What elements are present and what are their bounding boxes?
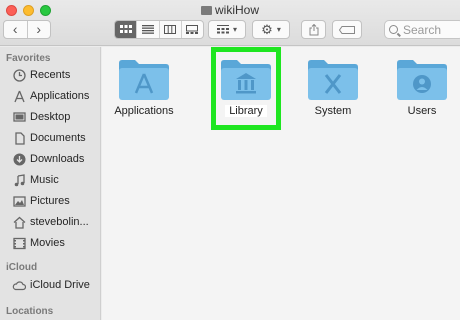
- sidebar-item-applications[interactable]: Applications: [12, 87, 100, 105]
- sidebar-item-documents[interactable]: Documents: [12, 129, 100, 147]
- home-icon: [12, 215, 26, 229]
- sidebar-item-label: stevebolin...: [30, 216, 89, 228]
- window-title: wikiHow: [0, 3, 460, 17]
- gear-icon: ⚙: [261, 21, 273, 37]
- columns-icon: [164, 25, 177, 34]
- movies-icon: [12, 236, 26, 250]
- download-icon: [12, 152, 26, 166]
- music-icon: [12, 173, 26, 187]
- clock-icon: [12, 68, 26, 82]
- gallery-icon: [186, 25, 199, 34]
- search-field[interactable]: Search: [384, 20, 460, 39]
- icon-view-button[interactable]: [115, 21, 137, 38]
- sidebar-item-label: Applications: [30, 90, 90, 102]
- sidebar-item-label: iCloud Drive: [30, 279, 90, 291]
- folder-system[interactable]: System: [293, 57, 373, 117]
- sidebar-item-music[interactable]: Music: [12, 171, 100, 189]
- sidebar-item-label: Downloads: [30, 153, 85, 165]
- gallery-view-button[interactable]: [180, 21, 203, 38]
- sidebar-item-label: Movies: [30, 237, 65, 249]
- list-view-button[interactable]: [136, 21, 158, 38]
- folder-label: System: [314, 105, 352, 117]
- search-placeholder: Search: [403, 22, 442, 37]
- sidebar-item-desktop[interactable]: Desktop: [12, 108, 100, 126]
- library-folder-icon: [221, 60, 271, 100]
- sidebar-item-recents[interactable]: Recents: [12, 66, 100, 84]
- system-folder-icon: [308, 60, 358, 100]
- sidebar-item-pictures[interactable]: Pictures: [12, 192, 100, 210]
- nav-buttons: ‹ ›: [3, 20, 51, 39]
- sidebar-item-home[interactable]: stevebolin...: [12, 213, 100, 231]
- window-toolbar: wikiHow ‹ › ▾ ⚙ ▾ Search: [0, 0, 460, 46]
- sidebar-item-label: Recents: [30, 69, 71, 81]
- sidebar-item-movies[interactable]: Movies: [12, 234, 100, 252]
- sidebar-section-locations: Locations: [6, 306, 54, 317]
- back-button[interactable]: ‹: [4, 21, 27, 38]
- sidebar-section-icloud: iCloud: [6, 262, 38, 273]
- action-menu-button[interactable]: ⚙ ▾: [252, 20, 290, 39]
- sidebar-item-label: Desktop: [30, 111, 71, 123]
- pictures-icon: [12, 194, 26, 208]
- search-icon: [389, 25, 398, 34]
- sidebar-item-downloads[interactable]: Downloads: [12, 150, 100, 168]
- sidebar-section-favorites: Favorites: [6, 53, 51, 64]
- folder-applications[interactable]: Applications: [104, 57, 184, 117]
- list-icon: [141, 25, 154, 34]
- applications-folder-icon: [119, 60, 169, 100]
- sidebar-item-label: Pictures: [30, 195, 70, 207]
- group-by-button[interactable]: ▾: [208, 20, 246, 39]
- tag-icon: [339, 25, 355, 34]
- chevron-down-icon: ▾: [276, 25, 281, 34]
- document-icon: [12, 131, 26, 145]
- desktop-icon: [12, 110, 26, 124]
- grid-icon: [119, 25, 132, 33]
- column-view-button[interactable]: [158, 21, 181, 38]
- share-icon: [309, 23, 318, 35]
- folder-label: Library: [225, 105, 267, 117]
- users-folder-icon: [397, 60, 447, 100]
- chevron-down-icon: ▾: [232, 25, 237, 34]
- sidebar-item-label: Documents: [30, 132, 86, 144]
- cloud-icon: [12, 278, 26, 292]
- sidebar-item-label: Music: [30, 174, 59, 186]
- tag-button[interactable]: [332, 20, 362, 39]
- forward-button[interactable]: ›: [26, 21, 51, 38]
- folder-label: Users: [407, 105, 437, 117]
- sidebar: Favorites Recents Applications Desktop D…: [0, 47, 101, 320]
- sidebar-item-icloud-drive[interactable]: iCloud Drive: [12, 276, 100, 294]
- folder-users[interactable]: Users: [382, 57, 460, 117]
- folder-library[interactable]: Library: [206, 57, 286, 117]
- group-icon: [216, 25, 229, 34]
- share-button[interactable]: [301, 20, 326, 39]
- applications-icon: [12, 89, 26, 103]
- file-browser: Applications Library System Users: [102, 47, 460, 320]
- folder-label: Applications: [114, 105, 174, 117]
- folder-icon: [200, 6, 212, 15]
- view-mode-selector: [114, 20, 204, 39]
